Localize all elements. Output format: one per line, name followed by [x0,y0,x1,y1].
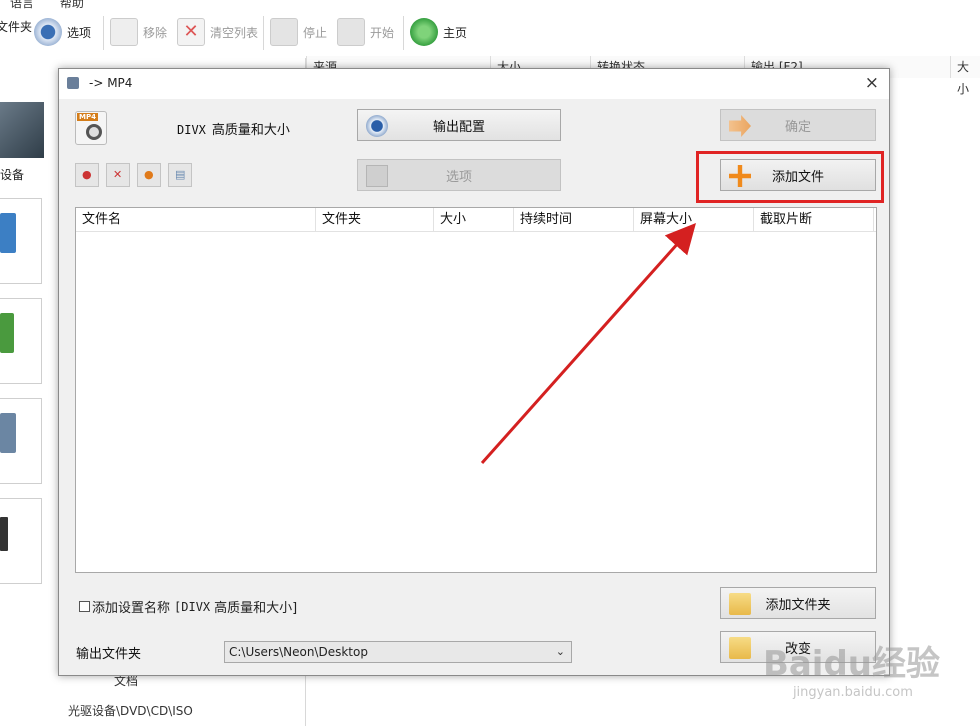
red-arrow-line [480,223,696,464]
watermark-brand: Baidu经验 [762,644,940,684]
watermark-url: jingyan.baidu.com [792,685,913,700]
annotation-arrow [480,223,696,464]
baidu-watermark: Baidu经验 jingyan.baidu.com [763,636,940,700]
